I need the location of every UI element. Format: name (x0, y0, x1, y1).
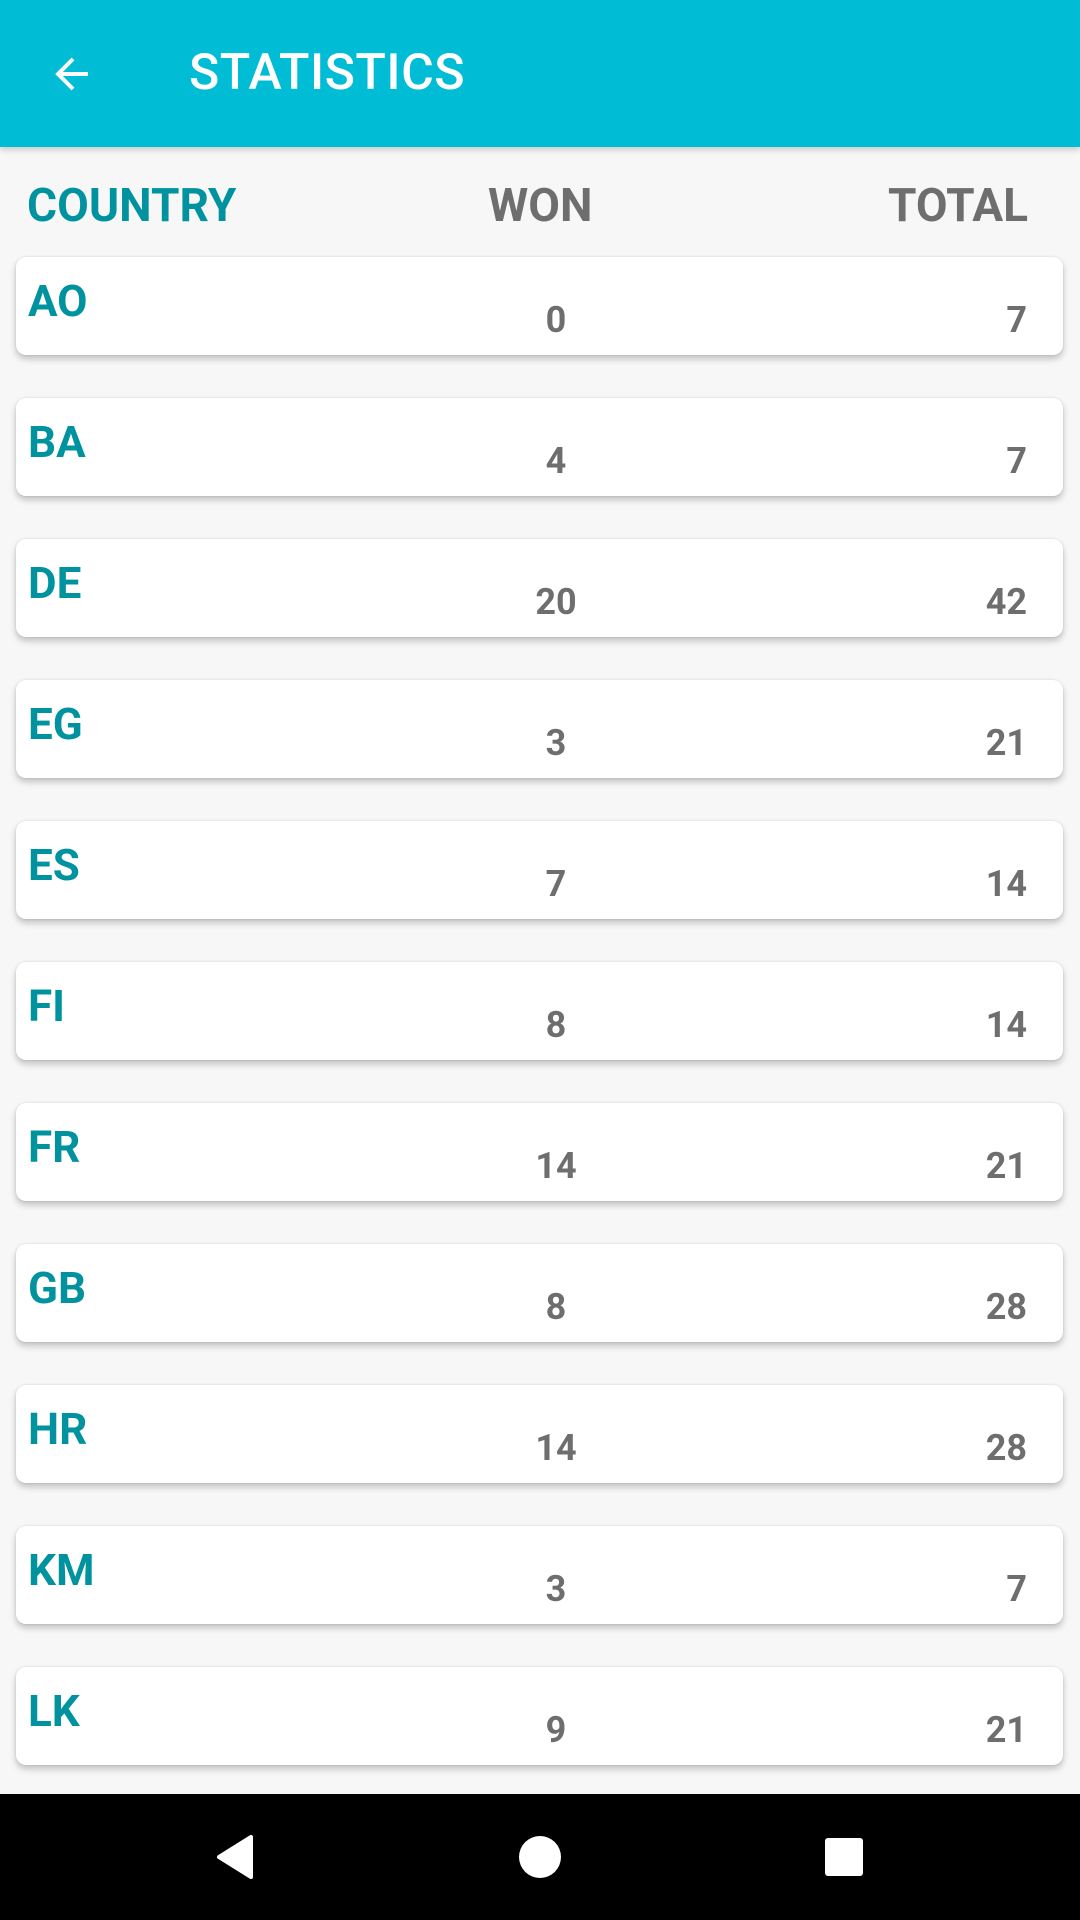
table-row[interactable]: KM 3 7 (16, 1526, 1063, 1624)
total-count: 14 (985, 1004, 1027, 1046)
total-count: 7 (1006, 1568, 1027, 1610)
total-count: 28 (985, 1427, 1027, 1469)
column-header-country: COUNTRY (27, 179, 237, 233)
won-count: 3 (545, 722, 567, 764)
statistics-screen: STATISTICS COUNTRY WON TOTAL AO 0 7 BA 4… (0, 0, 1080, 1920)
total-count: 28 (985, 1286, 1027, 1328)
nav-home-icon (519, 1836, 561, 1878)
country-code: LK (28, 1685, 80, 1737)
arrow-left-icon (55, 57, 88, 91)
total-count: 7 (1006, 440, 1027, 482)
table-row[interactable]: FI 8 14 (16, 962, 1063, 1060)
country-code: DE (28, 557, 82, 609)
won-count: 20 (535, 581, 577, 623)
table-header: COUNTRY WON TOTAL (0, 147, 1080, 257)
page-title: STATISTICS (189, 44, 465, 102)
country-code: GB (28, 1262, 87, 1314)
country-code: ES (28, 839, 80, 891)
total-count: 14 (985, 863, 1027, 905)
table-row[interactable]: ES 7 14 (16, 821, 1063, 919)
won-count: 0 (545, 299, 567, 341)
won-count: 8 (545, 1286, 567, 1328)
table-row[interactable]: GB 8 28 (16, 1244, 1063, 1342)
country-code: KM (28, 1544, 95, 1596)
system-navigation-bar (0, 1794, 1080, 1920)
nav-home-button[interactable] (510, 1827, 570, 1887)
total-count: 21 (985, 1709, 1027, 1751)
country-code: BA (28, 416, 86, 468)
country-code: FI (28, 980, 66, 1032)
nav-recents-icon (825, 1838, 863, 1876)
nav-back-button[interactable] (205, 1827, 265, 1887)
back-button[interactable] (34, 36, 110, 112)
table-row[interactable]: LK 9 21 (16, 1667, 1063, 1765)
won-count: 8 (545, 1004, 567, 1046)
country-code: FR (28, 1121, 81, 1173)
nav-back-icon (217, 1835, 253, 1879)
total-count: 21 (985, 722, 1027, 764)
table-row[interactable]: BA 4 7 (16, 398, 1063, 496)
nav-recents-button[interactable] (814, 1827, 874, 1887)
table-row[interactable]: DE 20 42 (16, 539, 1063, 637)
total-count: 42 (985, 581, 1027, 623)
won-count: 7 (545, 863, 567, 905)
won-count: 14 (535, 1145, 577, 1187)
table-row[interactable]: AO 0 7 (16, 257, 1063, 355)
table-row[interactable]: FR 14 21 (16, 1103, 1063, 1201)
total-count: 7 (1006, 299, 1027, 341)
country-code: EG (28, 698, 83, 750)
won-count: 4 (545, 440, 567, 482)
won-count: 14 (535, 1427, 577, 1469)
won-count: 3 (545, 1568, 567, 1610)
total-count: 21 (985, 1145, 1027, 1187)
country-code: HR (28, 1403, 88, 1455)
app-bar: STATISTICS (0, 0, 1080, 147)
table-row[interactable]: EG 3 21 (16, 680, 1063, 778)
column-header-total: TOTAL (888, 179, 1028, 233)
column-header-won: WON (488, 179, 593, 233)
won-count: 9 (545, 1709, 567, 1751)
country-code: AO (28, 275, 88, 327)
table-row[interactable]: HR 14 28 (16, 1385, 1063, 1483)
